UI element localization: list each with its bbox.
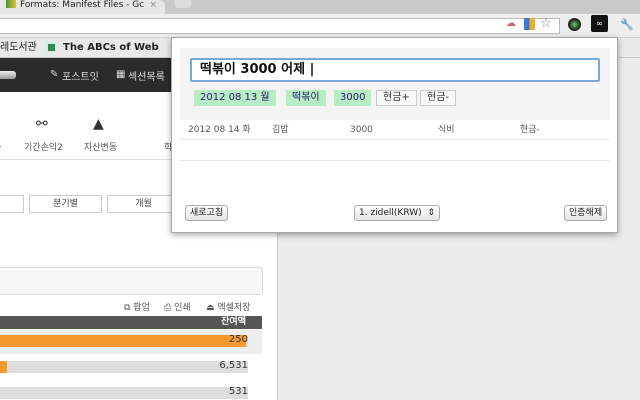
parsed-item-chip: 떡볶이 <box>286 90 326 106</box>
wrench-icon[interactable]: 🔧 <box>620 18 634 32</box>
color-grid-icon[interactable] <box>524 18 535 30</box>
icon-tab-label[interactable]: 기간손익2 <box>24 140 63 153</box>
mountain-icon[interactable]: ▲ <box>93 116 104 132</box>
input-area: 떡볶이 3000 어제 | 2012 08 13 월 떡볶이 3000 현금+ … <box>180 48 610 120</box>
refresh-button[interactable]: 새로고침 <box>185 205 229 221</box>
cash-plus-button[interactable]: 현금+ <box>376 90 417 106</box>
balance-value: 531 <box>228 386 248 397</box>
extension-glasses-icon[interactable]: ∞ <box>591 15 608 32</box>
postit-icon: ✎ <box>50 69 59 80</box>
section-icon: ▦ <box>116 69 126 80</box>
bookmark-item[interactable]: 레도서관 <box>0 38 37 58</box>
extension-popup: 떡볶이 3000 어제 | 2012 08 13 월 떡볶이 3000 현금+ … <box>171 37 618 233</box>
balance-value: 250 <box>228 334 248 345</box>
tab-title: Formats: Manifest Files - Gc <box>20 0 145 10</box>
icon-tab-label[interactable]: 1 <box>0 140 2 150</box>
star-icon[interactable]: ☆ <box>540 16 554 31</box>
bookmark-item[interactable]: The ABCs of Web De <box>63 38 163 58</box>
browser-tab[interactable]: Formats: Manifest Files - Gc × <box>0 0 165 14</box>
entry-row[interactable]: 2012 08 14 화 김밥 3000 식비 현금- <box>180 120 610 140</box>
filter-box <box>0 267 263 295</box>
account-select[interactable]: 1. zidell(KRW) ⇕ <box>354 205 440 221</box>
entry-input[interactable]: 떡볶이 3000 어제 | <box>190 58 600 82</box>
tab-favicon <box>6 0 16 8</box>
bookmark-favicon <box>46 42 57 53</box>
nav-section-list[interactable]: 섹션목록 <box>128 68 165 83</box>
battery-icon <box>0 71 16 79</box>
close-tab-icon[interactable]: × <box>149 0 157 10</box>
nav-postit[interactable]: 포스트잇 <box>62 68 99 83</box>
browser-toolbar: ☁ ☆ ∞ 🔧 <box>0 14 640 38</box>
months-button[interactable]: 개월 <box>107 195 180 213</box>
new-tab-button[interactable] <box>175 0 191 8</box>
camera-lens-icon[interactable] <box>568 18 581 31</box>
popup-action[interactable]: ⧉ 팝업 <box>124 300 150 313</box>
address-bar[interactable] <box>0 18 560 34</box>
icon-tab-label[interactable]: 자산변동 <box>84 140 117 153</box>
parsed-date-chip: 2012 08 13 월 <box>194 90 276 106</box>
cash-minus-button[interactable]: 현금- <box>420 90 457 106</box>
logout-button[interactable]: 인증해제 <box>564 205 608 221</box>
chain-icon[interactable]: ⚯ <box>36 116 48 132</box>
print-action[interactable]: ⎙ 인쇄 <box>164 300 191 313</box>
cloud-icon[interactable]: ☁ <box>506 18 520 32</box>
quarterly-button[interactable]: 분기별 <box>29 195 102 213</box>
period-button[interactable] <box>0 195 24 213</box>
balance-bar-fill <box>0 361 8 373</box>
excel-save-action[interactable]: ⏏ 엑셀저장 <box>206 300 251 313</box>
balance-value: 6,531 <box>219 360 248 371</box>
parsed-amount-chip: 3000 <box>334 90 372 106</box>
column-header-balance[interactable]: 잔여액 <box>0 316 262 329</box>
